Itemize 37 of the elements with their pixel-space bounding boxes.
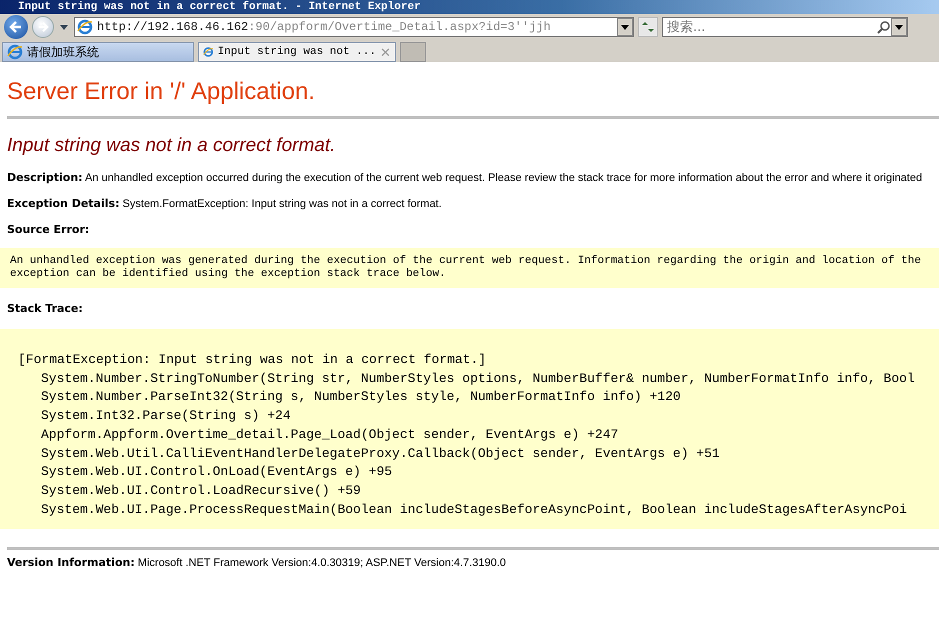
back-button[interactable]	[4, 15, 28, 39]
version-info-text: Version Information: Microsoft .NET Framework Version:4.0.30319; ASP.NET Version:4.7.3190.0	[7, 556, 507, 570]
caret-icon	[621, 24, 629, 30]
stack-trace-line: System.Number.ParseInt32(String s, NumberStyles style, NumberFormatInfo info) +120	[41, 389, 681, 404]
stack-trace-line: System.Web.UI.Control.LoadRecursive() +59	[41, 482, 361, 498]
stack-trace-line: Appform.Appform.Overtime_detail.Page_Load(Object sender, EventArgs e) +247	[41, 426, 618, 442]
window-title: Input string was not in a correct format. - Internet Explorer	[18, 0, 421, 14]
search-dropdown-button[interactable]	[891, 18, 907, 36]
browser-tab[interactable]: 请假加班系统	[2, 42, 194, 62]
tab-title: Input string was not ...	[218, 46, 376, 58]
left-arrow-icon	[9, 20, 23, 34]
source-error-label: Source Error:	[7, 223, 90, 236]
browser-logo-icon	[7, 44, 23, 60]
exception-line: [FormatException: Input string was not in a correct format.]	[18, 352, 486, 367]
two-arrows-icon	[641, 21, 655, 33]
address-field[interactable]: http://192.168.46.162:90/appform/Overtime_Detail.aspx?id=3''jjh	[74, 17, 634, 37]
refresh-button[interactable]	[638, 17, 658, 37]
source-error-panel: An unhandled exception was generated during the execution of the current web request. Information regarding the origin and location of the exception can be identified using the exception stack trace below.	[0, 248, 939, 288]
right-arrow-icon	[37, 21, 49, 33]
stack-trace-line: System.Web.UI.Page.ProcessRequestMain(Boolean includeStagesBeforeAsyncPoint, Boolean includeStagesAfterAsyncPoi	[41, 502, 907, 517]
description-text: Description: An unhandled exception occurred during the execution of the current web request. Please review the stack trace for more information about the error and where it originated	[7, 171, 924, 184]
error-title: Input string was not in a correct format.	[7, 135, 336, 157]
page-heading: Server Error in '/' Application.	[7, 78, 316, 106]
search-icon[interactable]	[877, 20, 891, 34]
stack-trace-label: Stack Trace:	[7, 302, 84, 315]
stack-trace-line: System.Number.StringToNumber(String str, NumberStyles options, NumberBuffer& number, NumberFormatInfo info, Bool	[41, 370, 915, 386]
browser-logo-icon	[77, 19, 93, 35]
stack-trace-line: System.Int32.Parse(String s) +24	[41, 408, 291, 424]
stack-trace-line: System.Web.Util.CalliEventHandlerDelegateProxy.Callback(Object sender, EventArgs e) +51	[41, 446, 720, 461]
search-box[interactable]: 搜索...	[662, 17, 908, 37]
caret-icon	[895, 24, 903, 30]
stack-trace-line: System.Web.UI.Control.OnLoad(EventArgs e) +95	[41, 464, 392, 480]
browser-tab[interactable]: Input string was not ... ✕	[198, 42, 396, 62]
browser-logo-icon	[203, 44, 214, 60]
address-dropdown-button[interactable]	[617, 18, 633, 36]
exception-details-text: Exception Details: System.FormatException: Input string was not in a correct format.	[7, 197, 443, 210]
tab-title: 请假加班系统	[27, 44, 100, 60]
